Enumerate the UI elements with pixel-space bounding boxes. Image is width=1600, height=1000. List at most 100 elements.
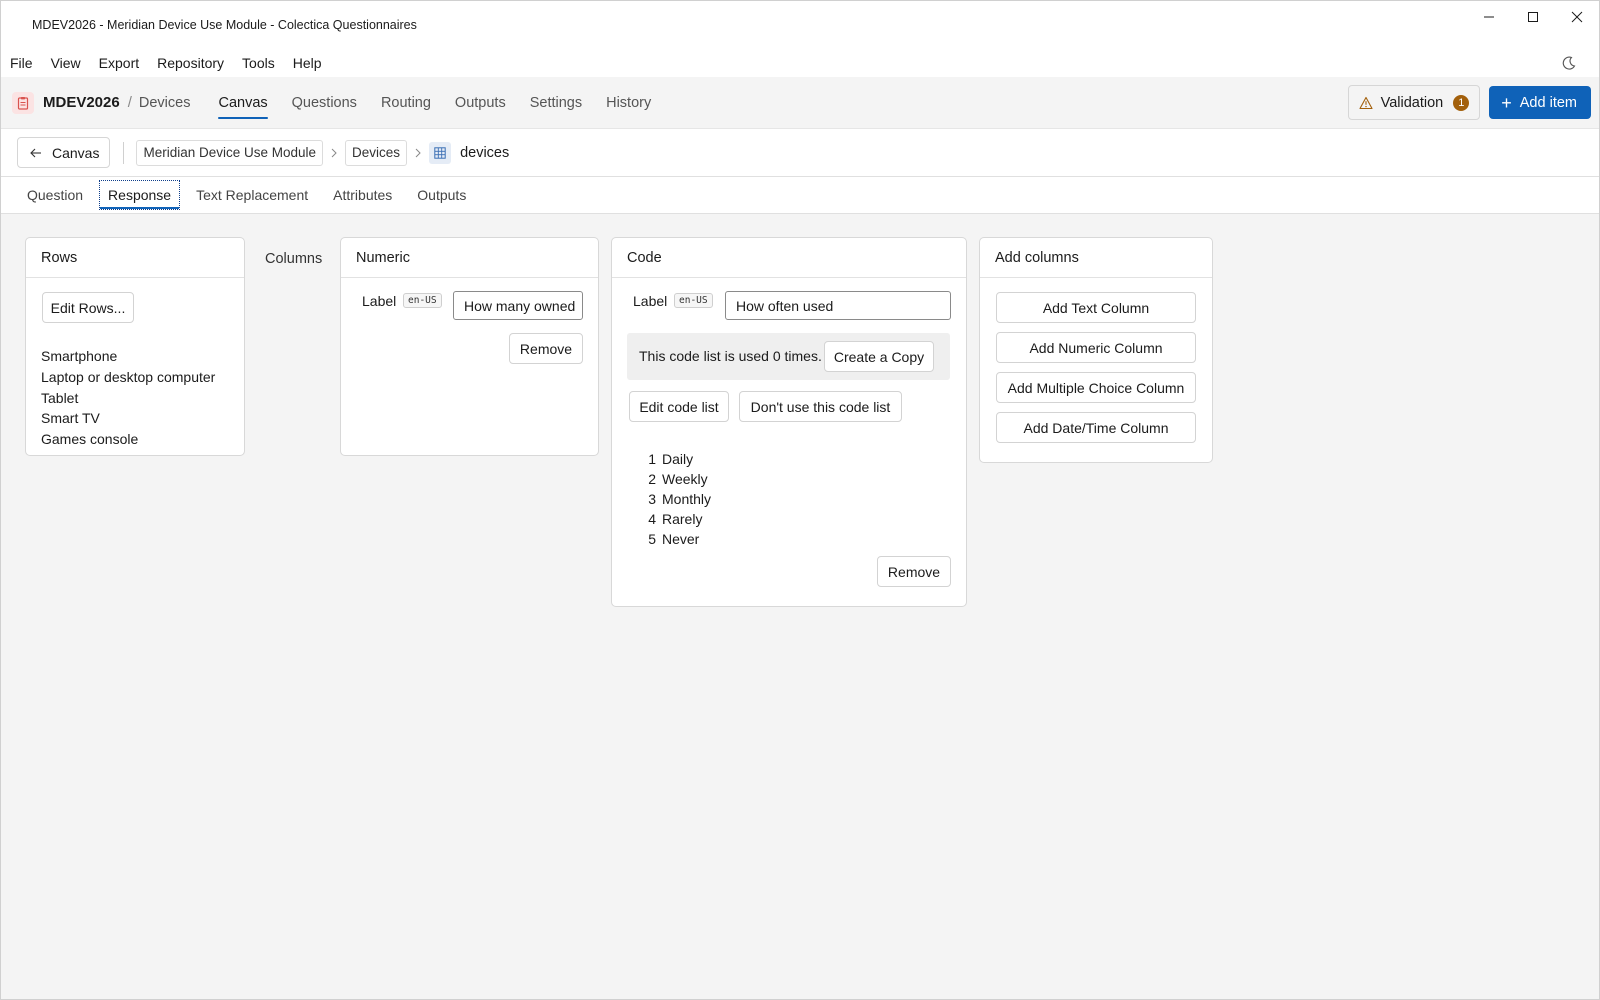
code-value: 5 bbox=[648, 531, 656, 547]
menu-bar: File View Export Repository Tools Help bbox=[1, 49, 1599, 77]
tab-routing[interactable]: Routing bbox=[381, 77, 431, 128]
list-item: 3 Monthly bbox=[642, 489, 711, 509]
code-column-card: Code Label en-US How often used This cod… bbox=[611, 237, 967, 607]
menu-help[interactable]: Help bbox=[293, 55, 322, 71]
chevron-right-icon bbox=[331, 148, 337, 157]
code-value: 4 bbox=[648, 511, 656, 527]
dont-use-code-list-button[interactable]: Don't use this code list bbox=[739, 391, 902, 422]
title-bar: MDEV2026 - Meridian Device Use Module - … bbox=[1, 1, 1599, 49]
edit-rows-button[interactable]: Edit Rows... bbox=[42, 292, 134, 323]
app-window: MDEV2026 - Meridian Device Use Module - … bbox=[0, 0, 1600, 1000]
add-item-label: Add item bbox=[1519, 94, 1577, 111]
minimize-icon bbox=[1484, 16, 1494, 18]
tab-attributes[interactable]: Attributes bbox=[324, 180, 401, 210]
back-to-canvas-button[interactable]: Canvas bbox=[17, 137, 111, 168]
remove-numeric-column-button[interactable]: Remove bbox=[509, 333, 583, 364]
maximize-button[interactable] bbox=[1511, 1, 1555, 33]
tab-outputs-sub[interactable]: Outputs bbox=[408, 180, 475, 210]
create-copy-button[interactable]: Create a Copy bbox=[824, 341, 934, 372]
tab-history[interactable]: History bbox=[606, 77, 651, 128]
main-nav: Canvas Questions Routing Outputs Setting… bbox=[218, 77, 675, 128]
add-numeric-column-button[interactable]: Add Numeric Column bbox=[996, 332, 1196, 363]
language-badge: en-US bbox=[674, 293, 713, 308]
rows-card-title: Rows bbox=[26, 238, 244, 278]
code-value: 2 bbox=[648, 471, 656, 487]
validation-count-badge: 1 bbox=[1453, 94, 1470, 111]
tab-canvas[interactable]: Canvas bbox=[218, 77, 268, 128]
add-text-column-button[interactable]: Add Text Column bbox=[996, 292, 1196, 323]
app-header: MDEV2026 / Devices Canvas Questions Rout… bbox=[1, 77, 1599, 128]
add-columns-card: Add columns Add Text Column Add Numeric … bbox=[979, 237, 1213, 463]
remove-code-column-button[interactable]: Remove bbox=[877, 556, 951, 587]
header-actions: Validation 1 + Add item bbox=[1347, 85, 1591, 120]
code-card-title: Code bbox=[612, 238, 966, 278]
list-item: Games console bbox=[41, 431, 139, 448]
numeric-label-input[interactable]: How many owned bbox=[453, 291, 583, 320]
maximize-icon bbox=[1528, 12, 1538, 22]
warning-icon bbox=[1359, 96, 1373, 109]
add-item-button[interactable]: + Add item bbox=[1489, 86, 1591, 119]
window-title: MDEV2026 - Meridian Device Use Module - … bbox=[32, 18, 417, 32]
validation-label: Validation bbox=[1380, 94, 1444, 111]
numeric-card-title: Numeric bbox=[341, 238, 598, 278]
list-item: Tablet bbox=[41, 389, 79, 406]
code-label: Daily bbox=[662, 451, 694, 467]
tab-text-replacement[interactable]: Text Replacement bbox=[187, 180, 317, 210]
project-name: MDEV2026 bbox=[43, 94, 120, 111]
rows-card: Rows Edit Rows... Smartphone Laptop or d… bbox=[25, 237, 245, 456]
add-datetime-column-button[interactable]: Add Date/Time Column bbox=[996, 412, 1196, 443]
plus-icon: + bbox=[1501, 92, 1512, 113]
list-item: Smartphone bbox=[41, 348, 118, 364]
list-item: 4 Rarely bbox=[642, 509, 711, 529]
breadcrumb-item-devices[interactable]: Devices bbox=[345, 139, 408, 166]
editor-tabs: Question Response Text Replacement Attri… bbox=[1, 176, 1599, 214]
columns-label: Columns bbox=[265, 251, 323, 267]
add-columns-title: Add columns bbox=[980, 238, 1212, 278]
header-separator: / bbox=[127, 94, 132, 111]
list-item: 1 Daily bbox=[642, 449, 711, 469]
menu-view[interactable]: View bbox=[51, 55, 81, 71]
menu-repository[interactable]: Repository bbox=[157, 55, 224, 71]
menu-file[interactable]: File bbox=[10, 55, 33, 71]
tab-response[interactable]: Response bbox=[99, 180, 181, 210]
numeric-column-card: Numeric Label en-US How many owned Remov… bbox=[340, 237, 599, 456]
moon-icon[interactable] bbox=[1561, 55, 1577, 71]
chevron-right-icon bbox=[415, 148, 421, 157]
code-list-usage-box: This code list is used 0 times. Create a… bbox=[627, 333, 950, 380]
list-item: Laptop or desktop computer bbox=[41, 368, 216, 385]
arrow-left-icon bbox=[30, 148, 41, 157]
tab-questions[interactable]: Questions bbox=[292, 77, 357, 128]
list-item: Smart TV bbox=[41, 410, 100, 427]
tab-settings[interactable]: Settings bbox=[530, 77, 582, 128]
table-icon bbox=[429, 141, 452, 164]
breadcrumb: Canvas Meridian Device Use Module Device… bbox=[1, 128, 1599, 176]
add-multiple-choice-column-button[interactable]: Add Multiple Choice Column bbox=[996, 372, 1196, 403]
menu-tools[interactable]: Tools bbox=[242, 55, 275, 71]
rows-list: Smartphone Laptop or desktop computer Ta… bbox=[41, 346, 215, 450]
code-value: 1 bbox=[648, 451, 656, 467]
minimize-button[interactable] bbox=[1467, 1, 1511, 33]
menu-export[interactable]: Export bbox=[99, 55, 139, 71]
breadcrumb-divider bbox=[123, 141, 125, 164]
tab-outputs[interactable]: Outputs bbox=[455, 77, 506, 128]
back-label: Canvas bbox=[52, 144, 100, 161]
numeric-label-caption: Label bbox=[362, 293, 397, 309]
clipboard-icon bbox=[12, 91, 34, 114]
code-label-caption: Label bbox=[633, 293, 668, 309]
code-label: Weekly bbox=[662, 471, 708, 487]
tab-question[interactable]: Question bbox=[18, 180, 92, 210]
code-list: 1 Daily 2 Weekly 3 Monthly 4 Rarely 5 Never bbox=[642, 449, 711, 549]
breadcrumb-current: devices bbox=[460, 144, 510, 161]
usage-text: This code list is used 0 times. bbox=[639, 348, 822, 364]
language-badge: en-US bbox=[403, 293, 442, 308]
close-button[interactable] bbox=[1555, 1, 1599, 33]
list-item: 2 Weekly bbox=[642, 469, 711, 489]
edit-code-list-button[interactable]: Edit code list bbox=[629, 391, 729, 422]
validation-button[interactable]: Validation 1 bbox=[1347, 85, 1481, 120]
code-label-input[interactable]: How often used bbox=[725, 291, 951, 320]
breadcrumb-item-module[interactable]: Meridian Device Use Module bbox=[136, 139, 324, 166]
code-label: Monthly bbox=[662, 491, 712, 507]
section-name: Devices bbox=[138, 94, 191, 111]
list-item: 5 Never bbox=[642, 529, 711, 549]
code-value: 3 bbox=[648, 491, 656, 507]
